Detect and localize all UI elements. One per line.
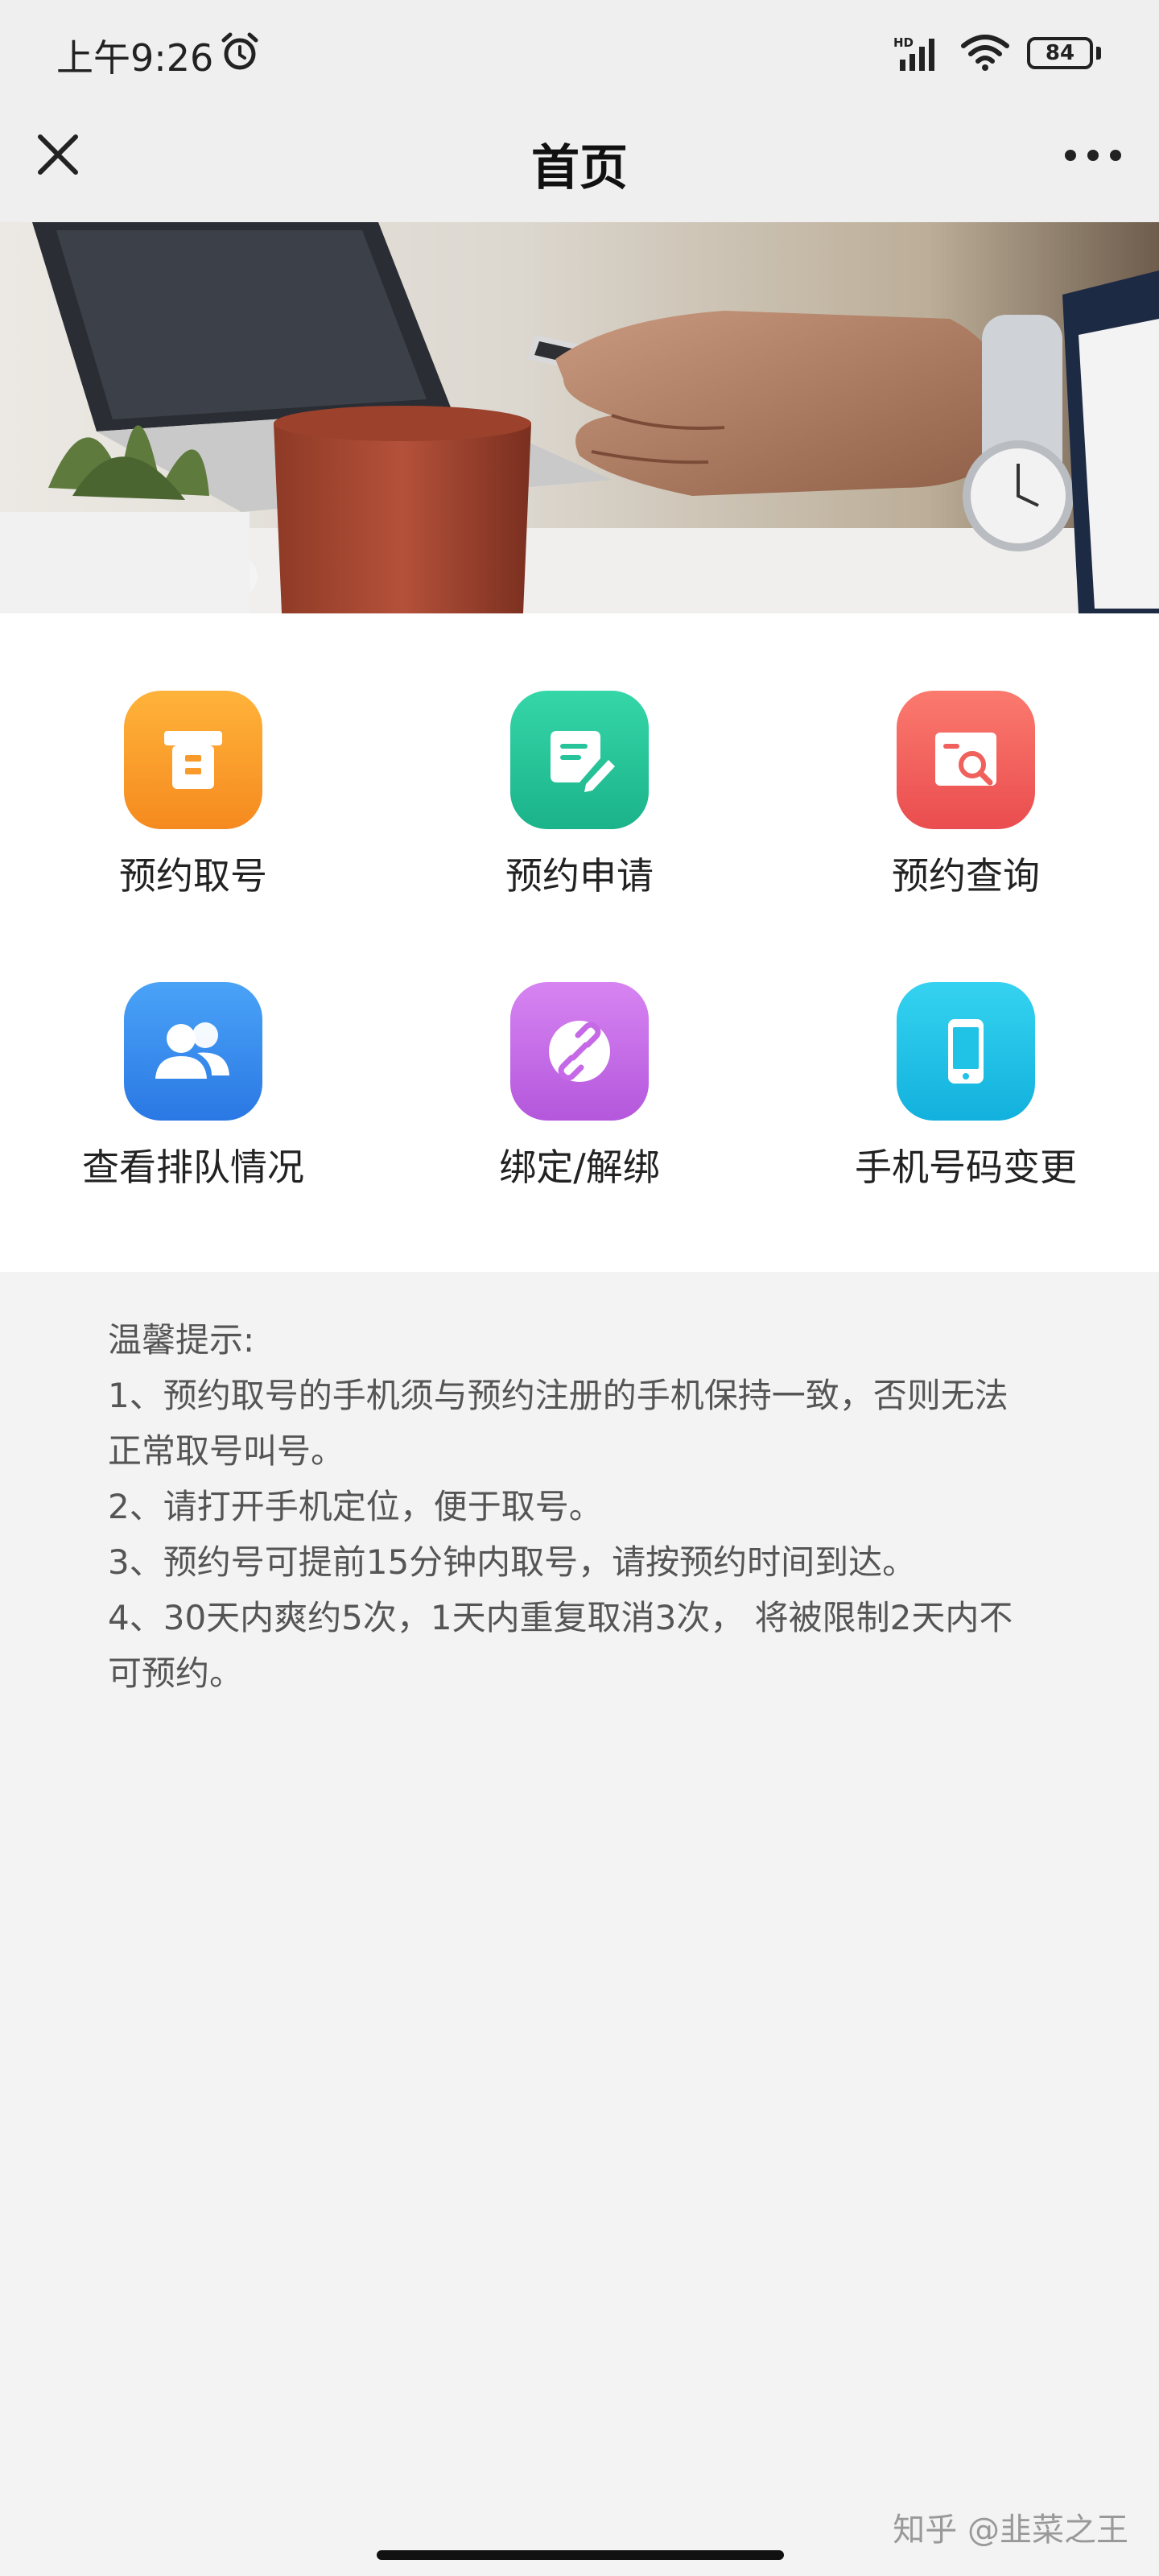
menu-item-label: 手机号码变更 — [855, 1146, 1077, 1189]
menu-item-take-number[interactable]: 预约取号 — [0, 613, 386, 898]
cellular-signal-icon: HD — [893, 35, 934, 71]
ticket-icon — [124, 691, 262, 829]
battery-icon: 84 — [1027, 37, 1101, 69]
menu-item-apply[interactable]: 预约申请 — [386, 613, 773, 898]
home-indicator[interactable] — [377, 2550, 784, 2560]
edit-document-icon — [510, 691, 649, 829]
notice-line: 1、预约取号的手机须与预约注册的手机保持一致，否则无法 — [108, 1376, 1008, 1415]
menu-item-label: 查看排队情况 — [82, 1146, 304, 1189]
alarm-clock-icon — [221, 32, 258, 70]
banner-illustration — [0, 222, 1159, 613]
link-icon — [510, 982, 649, 1121]
notice-line: 正常取号叫号。 — [108, 1431, 345, 1471]
search-document-icon — [897, 691, 1035, 829]
watermark: 知乎 @韭菜之王 — [893, 2512, 1128, 2549]
status-time: 上午9:26 — [56, 36, 214, 80]
menu-item-label: 预约查询 — [892, 854, 1040, 898]
notice-line: 2、请打开手机定位，便于取号。 — [108, 1487, 603, 1526]
page-title: 首页 — [531, 140, 628, 196]
status-icons: HD 84 — [892, 32, 1101, 74]
notice-title: 温馨提示: — [108, 1320, 255, 1360]
network-type-label: HD — [893, 35, 914, 50]
nav-bar: 首页 — [0, 105, 1159, 222]
menu-item-query[interactable]: 预约查询 — [773, 613, 1159, 898]
banner-image — [0, 222, 1159, 613]
notice-line: 4、30天内爽约5次，1天内重复取消3次， 将被限制2天内不 — [108, 1598, 1013, 1637]
status-bar: 上午9:26 HD 84 — [0, 0, 1159, 105]
menu-item-queue-status[interactable]: 查看排队情况 — [0, 905, 386, 1189]
notice-section: 温馨提示: 1、预约取号的手机须与预约注册的手机保持一致，否则无法 正常取号叫号… — [108, 1312, 1098, 1701]
menu-item-label: 预约取号 — [119, 854, 267, 898]
phone-icon — [897, 982, 1035, 1121]
service-menu-grid: 预约取号 预约申请 预约查询 查看排队情况 绑定/解绑 手机号码变更 — [0, 613, 1159, 1272]
notice-line: 3、预约号可提前15分钟内取号，请按预约时间到达。 — [108, 1542, 917, 1582]
wifi-icon — [961, 35, 1009, 71]
menu-item-phone-change[interactable]: 手机号码变更 — [773, 905, 1159, 1189]
users-icon — [124, 982, 262, 1121]
more-options-icon[interactable] — [1061, 142, 1125, 169]
menu-item-label: 绑定/解绑 — [499, 1146, 660, 1189]
notice-line: 可预约。 — [108, 1653, 244, 1693]
menu-item-bind-unbind[interactable]: 绑定/解绑 — [386, 905, 773, 1189]
battery-level: 84 — [1045, 41, 1075, 65]
menu-item-label: 预约申请 — [505, 854, 654, 898]
